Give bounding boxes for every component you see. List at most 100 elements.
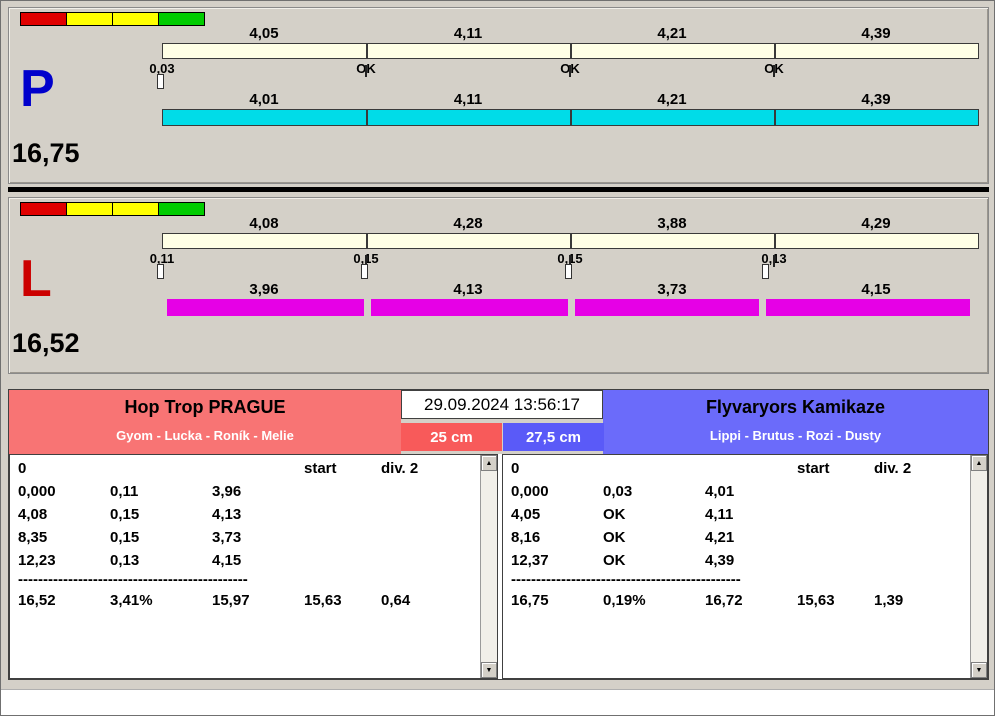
team-members: Lippi - Brutus - Rozi - Dusty [709,428,882,443]
split-value: 4,39 [861,91,891,108]
cell-start: start [797,460,830,477]
split-value: 4,15 [861,281,891,298]
split-value: 3,73 [657,281,687,298]
scoreboard: Hop Trop PRAGUE Gyom - Lucka - Roník - M… [8,389,989,680]
cell: 4,21 [705,529,735,546]
cell: 3,96 [212,483,242,500]
cell: 15,63 [304,592,342,609]
split-bar-bottom-segment [167,299,364,316]
split-value: 4,11 [453,91,483,108]
segment-separator [570,110,572,125]
lane-total-time: 16,52 [12,328,80,358]
lane-panel-l: 4,08 4,28 3,88 4,29 0,11 0,15 0,15 0,13 … [8,197,989,374]
dash-text: ----------------------------------------… [511,571,741,588]
team-name: Flyvaryors Kamikaze [705,397,886,417]
segment-separator [570,234,572,248]
table-header-row: 0 start div. 2 [16,460,477,482]
cell: 8,35 [18,529,48,546]
results-table-right: 0 start div. 2 0,000 0,03 4,01 4,05 OK 4… [502,454,988,679]
team-header-right: Flyvaryors Kamikaze Lippi - Brutus - Roz… [603,390,988,454]
cell-div: div. 2 [381,460,419,477]
cell-div: div. 2 [874,460,912,477]
pass-marks: 0,03 OK OK OK [9,61,988,76]
lane-panel-p: 4,05 4,11 4,21 4,39 0,03 OK OK OK 4,01 4… [8,7,989,184]
bottom-split-values: 3,96 4,13 3,73 4,15 [9,281,988,298]
scrollbar-track[interactable] [971,471,987,662]
summary-row: 16,52 3,41% 15,97 15,63 0,64 [16,592,477,614]
arrow-up-icon: ▲ [975,459,983,467]
split-value: 4,11 [453,25,483,42]
lane-letter: P [20,60,55,118]
split-bar-top [162,233,979,249]
team-members: Gyom - Lucka - Roník - Melie [116,428,294,443]
split-bar-bottom [162,109,979,126]
segment-tick [569,65,571,77]
cell: 12,23 [18,552,56,569]
light-green-icon [158,12,205,26]
segment-separator [774,234,776,248]
start-pulse-marker [762,264,769,279]
scroll-up-button[interactable]: ▲ [481,455,497,471]
bottom-split-values: 4,01 4,11 4,21 4,39 [9,91,988,108]
top-split-values: 4,08 4,28 3,88 4,29 [9,215,988,232]
table-row: 0,000 0,11 3,96 [16,483,477,505]
segment-separator [366,110,368,125]
dash-separator: ----------------------------------------… [16,571,477,593]
cell: 0,03 [603,483,633,500]
cell-percent: 3,41% [110,592,153,609]
lane-letter: L [20,250,52,308]
cell: 4,01 [705,483,735,500]
vertical-scrollbar[interactable]: ▲ ▼ [480,455,497,678]
light-yellow-icon [66,202,113,216]
cell: 4,11 [705,506,734,523]
split-bar-bottom-segment [575,299,759,316]
scroll-down-button[interactable]: ▼ [971,662,987,678]
start-pulse-marker [565,264,572,279]
cell: 4,15 [212,552,242,569]
table-row: 4,05 OK 4,11 [509,506,967,528]
dash-text: ----------------------------------------… [18,571,248,588]
split-bar-bottom-segment [371,299,568,316]
cell: OK [603,552,626,569]
start-lights [20,202,205,216]
status-strip [1,689,994,715]
timing-app-window: 4,05 4,11 4,21 4,39 0,03 OK OK OK 4,01 4… [0,0,995,716]
split-value: 4,05 [249,25,279,42]
segment-separator [774,44,776,58]
cell: 0,15 [110,506,140,523]
start-pulse-marker [157,74,164,89]
dash-separator: ----------------------------------------… [509,571,967,593]
light-red-icon [20,12,67,26]
arrow-down-icon: ▼ [485,666,493,674]
segment-separator [570,44,572,58]
split-value: 4,21 [657,91,687,108]
cell-zero: 0 [18,460,27,477]
cell-total: 16,52 [18,592,56,609]
table-row: 0,000 0,03 4,01 [509,483,967,505]
segment-separator [774,110,776,125]
segment-separator [366,234,368,248]
start-pulse-marker [361,264,368,279]
cell-total: 16,75 [511,592,549,609]
scroll-down-button[interactable]: ▼ [481,662,497,678]
scroll-up-button[interactable]: ▲ [971,455,987,471]
cell: 4,05 [511,506,541,523]
pass-marks: 0,11 0,15 0,15 0,13 [9,251,988,266]
scrollbar-track[interactable] [481,471,497,662]
light-green-icon [158,202,205,216]
split-value: 4,08 [249,215,279,232]
cell: 16,72 [705,592,743,609]
cell: 4,08 [18,506,48,523]
cell: 15,63 [797,592,835,609]
split-bar-top [162,43,979,59]
team-header-left: Hop Trop PRAGUE Gyom - Lucka - Roník - M… [9,390,401,454]
cell: OK [603,529,626,546]
cell: 0,13 [110,552,140,569]
split-value: 4,01 [249,91,279,108]
light-red-icon [20,202,67,216]
arrow-down-icon: ▼ [975,666,983,674]
height-class-right: 27,5 cm [503,423,604,451]
start-lights [20,12,205,26]
table-row: 8,35 0,15 3,73 [16,529,477,551]
vertical-scrollbar[interactable]: ▲ ▼ [970,455,987,678]
